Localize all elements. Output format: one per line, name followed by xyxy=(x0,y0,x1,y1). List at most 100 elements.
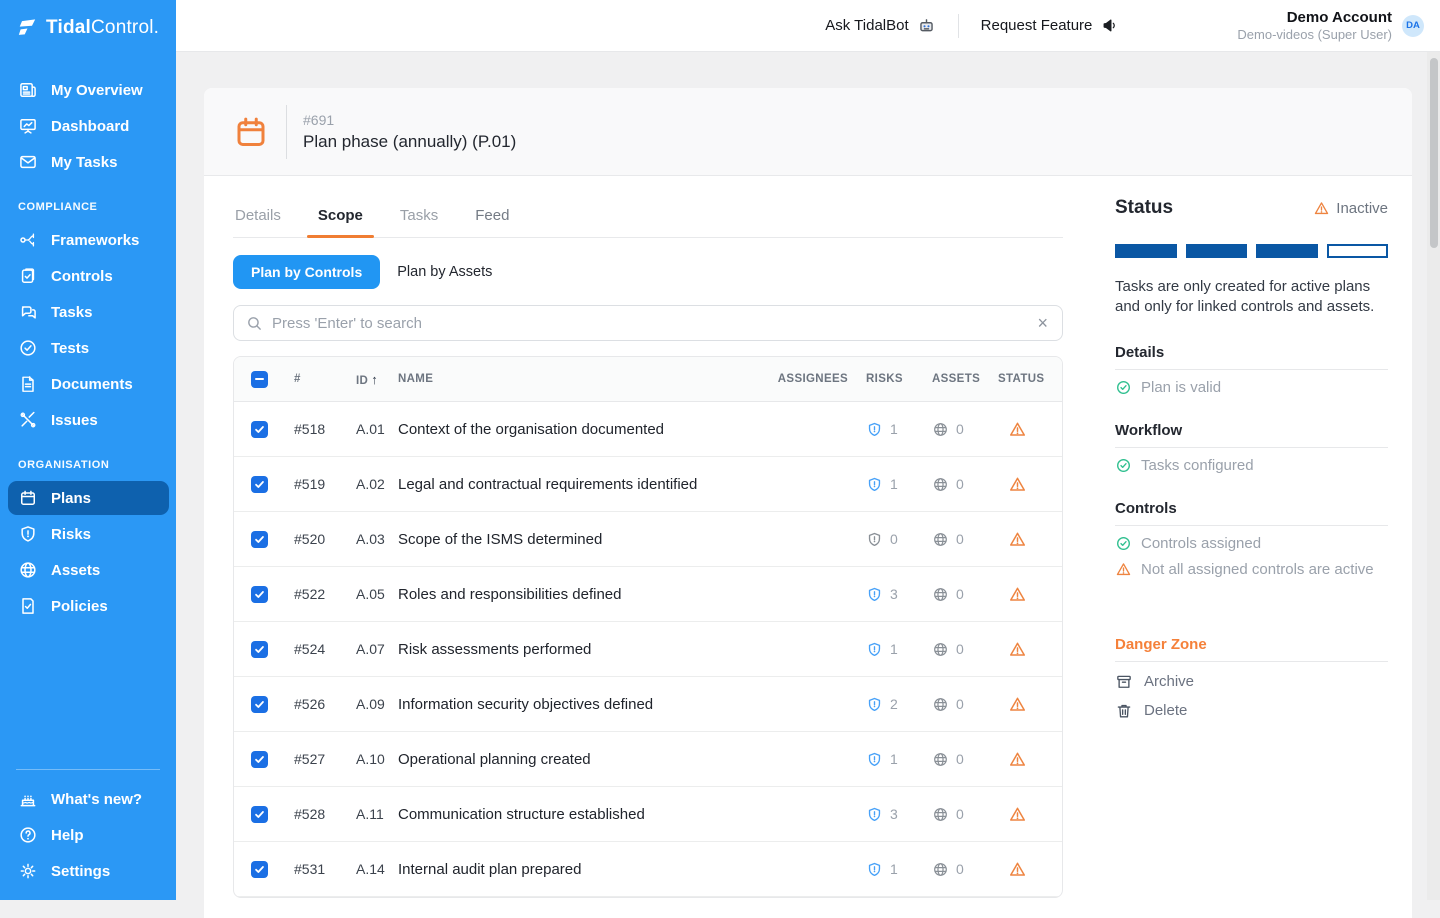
row-assets: 0 xyxy=(914,806,980,823)
row-assets: 0 xyxy=(914,641,980,658)
sidebar-item-assets[interactable]: Assets xyxy=(8,553,169,587)
sidebar-item-my-tasks[interactable]: My Tasks xyxy=(8,145,169,179)
sidebar-item-label: Settings xyxy=(51,863,110,880)
col-id[interactable]: ID↑ xyxy=(356,372,398,387)
progress-segment xyxy=(1256,244,1318,258)
status-progress-bar xyxy=(1115,244,1388,258)
plan-detail-left-column: Details Scope Tasks Feed Plan by Control… xyxy=(233,176,1063,898)
row-checkbox[interactable] xyxy=(251,476,268,493)
sidebar-item-label: Frameworks xyxy=(51,232,139,249)
account-name: Demo Account xyxy=(1237,9,1392,26)
sidebar-item-whats-new[interactable]: What's new? xyxy=(8,782,169,816)
table-header: # ID↑ NAME ASSIGNEES RISKS ASSETS STATUS xyxy=(234,357,1062,402)
sidebar-item-settings[interactable]: Settings xyxy=(8,854,169,888)
ask-tidalbot-label: Ask TidalBot xyxy=(825,17,908,34)
tab-tasks[interactable]: Tasks xyxy=(398,199,440,237)
search-input[interactable] xyxy=(272,315,1026,332)
col-risks[interactable]: RISKS xyxy=(848,373,914,385)
archive-button[interactable]: Archive xyxy=(1115,673,1388,691)
avatar[interactable]: DA xyxy=(1402,15,1424,37)
status-item: Tasks configured xyxy=(1115,457,1388,474)
ask-tidalbot-button[interactable]: Ask TidalBot xyxy=(803,16,957,35)
row-checkbox[interactable] xyxy=(251,586,268,603)
warning-icon xyxy=(1008,475,1027,494)
table-row[interactable]: #526 A.09 Information security objective… xyxy=(234,677,1062,732)
warning-icon xyxy=(1008,640,1027,659)
sidebar-item-plans[interactable]: Plans xyxy=(8,481,169,515)
table-row[interactable]: #527 A.10 Operational planning created 1… xyxy=(234,732,1062,787)
sidebar-item-my-overview[interactable]: My Overview xyxy=(8,73,169,107)
col-status[interactable]: STATUS xyxy=(980,373,1054,385)
table-row[interactable]: #522 A.05 Roles and responsibilities def… xyxy=(234,567,1062,622)
table-row[interactable]: #531 A.14 Internal audit plan prepared 1… xyxy=(234,842,1062,897)
row-status xyxy=(980,860,1054,879)
sidebar-item-label: Assets xyxy=(51,562,100,579)
sidebar-item-documents[interactable]: Documents xyxy=(8,367,169,401)
row-assets: 0 xyxy=(914,861,980,878)
status-item: Plan is valid xyxy=(1115,379,1388,396)
sidebar-section-compliance: COMPLIANCE xyxy=(0,181,176,221)
scrollbar-thumb[interactable] xyxy=(1430,58,1438,248)
row-risks: 1 xyxy=(848,476,914,493)
header-divider xyxy=(286,105,287,159)
row-checkbox[interactable] xyxy=(251,641,268,658)
status-panel: Status Inactive Tasks are only created f… xyxy=(1115,176,1388,720)
megaphone-icon xyxy=(1100,16,1119,35)
row-checkbox[interactable] xyxy=(251,861,268,878)
sidebar-item-help[interactable]: Help xyxy=(8,818,169,852)
warning-icon xyxy=(1008,750,1027,769)
table-row[interactable]: #518 A.01 Context of the organisation do… xyxy=(234,402,1062,457)
globe-icon xyxy=(932,531,949,548)
row-status xyxy=(980,420,1054,439)
sidebar-item-controls[interactable]: Controls xyxy=(8,259,169,293)
row-control-id: A.05 xyxy=(356,586,398,602)
row-checkbox[interactable] xyxy=(251,421,268,438)
row-status xyxy=(980,750,1054,769)
sidebar-item-issues[interactable]: Issues xyxy=(8,403,169,437)
delete-button[interactable]: Delete xyxy=(1115,702,1388,720)
col-assignees[interactable]: ASSIGNEES xyxy=(753,373,848,385)
calendar-icon xyxy=(18,488,38,508)
row-checkbox[interactable] xyxy=(251,806,268,823)
sidebar-item-policies[interactable]: Policies xyxy=(8,589,169,623)
col-name[interactable]: NAME xyxy=(398,373,753,385)
table-row[interactable]: #528 A.11 Communication structure establ… xyxy=(234,787,1062,842)
sidebar-item-tasks[interactable]: Tasks xyxy=(8,295,169,329)
progress-segment xyxy=(1186,244,1248,258)
clear-search-icon[interactable]: × xyxy=(1035,314,1050,332)
select-all-checkbox[interactable] xyxy=(251,371,268,388)
row-risks: 1 xyxy=(848,641,914,658)
account-menu[interactable]: Demo Account Demo-videos (Super User) xyxy=(1237,9,1392,42)
shield-icon xyxy=(866,641,883,658)
danger-zone-title: Danger Zone xyxy=(1115,636,1388,662)
shield-icon xyxy=(866,696,883,713)
table-row[interactable]: #524 A.07 Risk assessments performed 1 0 xyxy=(234,622,1062,677)
warning-icon xyxy=(1008,530,1027,549)
tab-feed[interactable]: Feed xyxy=(473,199,511,237)
row-control-name: Communication structure established xyxy=(398,806,753,823)
sidebar-item-label: Policies xyxy=(51,598,108,615)
sidebar-item-dashboard[interactable]: Dashboard xyxy=(8,109,169,143)
status-section-workflow: Workflow Tasks configured xyxy=(1115,422,1388,474)
sidebar-item-risks[interactable]: Risks xyxy=(8,517,169,551)
table-row[interactable]: #520 A.03 Scope of the ISMS determined 0… xyxy=(234,512,1062,567)
page-scrollbar[interactable] xyxy=(1427,52,1440,900)
row-status xyxy=(980,805,1054,824)
brand-logo[interactable]: TidalControl. xyxy=(0,0,176,55)
plan-by-assets-button[interactable]: Plan by Assets xyxy=(380,255,509,289)
table-row[interactable]: #519 A.02 Legal and contractual requirem… xyxy=(234,457,1062,512)
request-feature-button[interactable]: Request Feature xyxy=(959,16,1142,35)
row-number: #522 xyxy=(294,586,356,602)
shield-icon xyxy=(866,806,883,823)
tab-scope[interactable]: Scope xyxy=(316,199,365,237)
search-icon xyxy=(246,315,263,332)
col-assets[interactable]: ASSETS xyxy=(914,373,980,385)
plan-by-controls-button[interactable]: Plan by Controls xyxy=(233,255,380,289)
tab-details[interactable]: Details xyxy=(233,199,283,237)
row-checkbox[interactable] xyxy=(251,751,268,768)
sidebar-item-frameworks[interactable]: Frameworks xyxy=(8,223,169,257)
row-checkbox[interactable] xyxy=(251,696,268,713)
row-checkbox[interactable] xyxy=(251,531,268,548)
sidebar-item-tests[interactable]: Tests xyxy=(8,331,169,365)
shield-icon xyxy=(866,421,883,438)
